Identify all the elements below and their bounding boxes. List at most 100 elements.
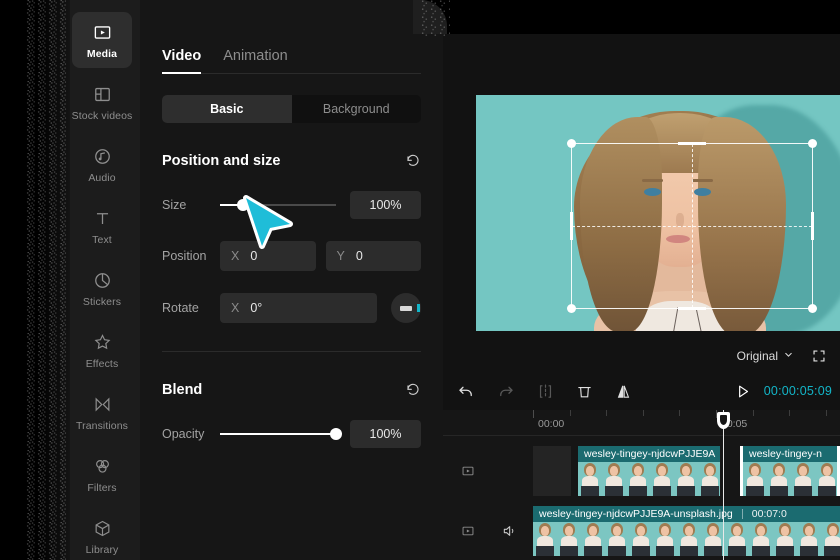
resize-handle-top-left[interactable] xyxy=(567,139,576,148)
resize-handle-right[interactable] xyxy=(811,212,814,240)
ruler-tick-major xyxy=(533,410,534,418)
position-x-field[interactable]: X 0 xyxy=(220,241,316,271)
rotate-x-field[interactable]: X 0° xyxy=(220,293,377,323)
clip-thumbnail xyxy=(677,522,701,556)
position-x-value: 0 xyxy=(250,249,258,263)
flip-accent xyxy=(417,304,420,312)
sidebar-item-transitions[interactable]: Transitions xyxy=(72,384,132,440)
split-button[interactable] xyxy=(537,383,554,400)
track-lane[interactable]: wesley-tingey-njdcwPJJE9A-unsplash.jpg 0… xyxy=(533,502,840,560)
sidebar-item-stickers[interactable]: Stickers xyxy=(72,260,132,316)
segment-basic[interactable]: Basic xyxy=(162,95,292,123)
window-top-shadow xyxy=(425,0,840,34)
clip-title-bar: wesley-tingey-n xyxy=(743,446,837,462)
sidebar-item-stock-videos[interactable]: Stock videos xyxy=(72,74,132,130)
track-lane[interactable]: wesley-tingey-njdcwPJJE9A wesley-tingey-… xyxy=(533,442,840,500)
clip-thumbnail xyxy=(797,522,821,556)
sidebar-item-filters[interactable]: Filters xyxy=(72,446,132,502)
resize-handle-bottom-left[interactable] xyxy=(567,304,576,313)
timeline: 00:00 00:05 wesley-tingey-njdcwPJJE9A we… xyxy=(443,410,840,560)
timeline-clip[interactable]: wesley-tingey-n xyxy=(740,446,840,496)
speaker-icon[interactable] xyxy=(501,523,517,539)
clip-thumbnail xyxy=(581,522,605,556)
ruler-ticks: 00:00 00:05 xyxy=(533,410,840,435)
left-sidebar: Media Stock videos Audio Text Stickers E… xyxy=(64,0,140,560)
chevron-down-icon xyxy=(783,349,794,363)
undo-button[interactable] xyxy=(457,382,475,400)
resize-handle-top-right[interactable] xyxy=(808,139,817,148)
track-visibility-icon[interactable] xyxy=(461,464,475,478)
segment-background[interactable]: Background xyxy=(292,95,422,123)
zoom-level-label: Original xyxy=(736,349,778,363)
clip-title-bar: wesley-tingey-njdcwPJJE9A xyxy=(578,446,720,462)
slider-thumb[interactable] xyxy=(237,199,250,211)
track-header xyxy=(443,502,533,560)
position-and-size-header: Position and size xyxy=(162,153,421,169)
play-button[interactable] xyxy=(734,383,751,400)
tab-animation[interactable]: Animation xyxy=(223,48,287,73)
track-visibility-icon[interactable] xyxy=(461,524,475,538)
clip-thumbnail xyxy=(578,462,602,496)
position-y-field[interactable]: Y 0 xyxy=(325,241,421,271)
size-value[interactable]: 100% xyxy=(350,191,421,219)
opacity-value[interactable]: 100% xyxy=(350,420,421,448)
clip-duration: 00:07:0 xyxy=(751,508,787,520)
axis-label-y: Y xyxy=(336,249,345,263)
ruler-tick xyxy=(752,410,754,416)
sidebar-item-label: Effects xyxy=(85,358,119,370)
opacity-slider[interactable] xyxy=(220,426,342,442)
ruler-tick xyxy=(825,410,827,416)
redo-button[interactable] xyxy=(497,382,515,400)
sidebar-item-text[interactable]: Text xyxy=(72,198,132,254)
fullscreen-icon[interactable] xyxy=(812,349,826,363)
section-title: Position and size xyxy=(162,153,281,169)
resize-handle-bottom[interactable] xyxy=(678,307,706,310)
clip-thumbnail xyxy=(698,462,720,496)
flip-toggle-icon[interactable] xyxy=(391,293,421,323)
timeline-clip[interactable]: wesley-tingey-njdcwPJJE9A-unsplash.jpg 0… xyxy=(533,506,840,556)
reset-icon[interactable] xyxy=(405,382,421,398)
properties-tabs: Video Animation xyxy=(162,0,421,74)
sidebar-item-audio[interactable]: Audio xyxy=(72,136,132,192)
properties-panel: Video Animation Basic Background Positio… xyxy=(140,0,443,560)
mirror-button[interactable] xyxy=(615,383,632,400)
sidebar-item-label: Stickers xyxy=(82,296,122,308)
basic-background-segmented: Basic Background xyxy=(162,95,421,123)
video-canvas[interactable] xyxy=(476,95,840,331)
clip-thumbnail xyxy=(743,462,767,496)
sidebar-item-label: Transitions xyxy=(75,420,129,432)
resize-handle-top[interactable] xyxy=(678,142,706,145)
selection-box[interactable] xyxy=(567,139,817,313)
axis-label-x: X xyxy=(231,301,240,315)
sidebar-item-label: Stock videos xyxy=(71,110,133,122)
delete-button[interactable] xyxy=(576,383,593,400)
sidebar-item-label: Media xyxy=(86,48,118,60)
ruler-tick xyxy=(569,410,571,416)
tab-video[interactable]: Video xyxy=(162,48,202,74)
sidebar-item-library[interactable]: Library xyxy=(72,508,132,560)
resize-handle-left[interactable] xyxy=(570,212,573,240)
timeline-playhead[interactable] xyxy=(717,410,730,560)
slider-thumb[interactable] xyxy=(330,428,342,440)
zoom-level-dropdown[interactable]: Original xyxy=(737,349,794,363)
clip-thumbnail xyxy=(626,462,650,496)
playhead-knob[interactable] xyxy=(717,412,730,429)
clip-thumbnail xyxy=(821,522,840,556)
clip-thumbnail xyxy=(725,522,749,556)
clip-thumbnail xyxy=(650,462,674,496)
size-slider[interactable] xyxy=(220,197,336,213)
resize-handle-bottom-right[interactable] xyxy=(808,304,817,313)
window-left-noise xyxy=(26,0,66,560)
clip-thumbnails xyxy=(743,462,837,496)
library-icon xyxy=(93,517,112,539)
empty-slot xyxy=(533,446,571,496)
blend-header: Blend xyxy=(162,382,421,398)
clip-separator xyxy=(741,509,743,519)
timeline-ruler[interactable]: 00:00 00:05 xyxy=(443,410,840,436)
clip-name: wesley-tingey-n xyxy=(749,448,822,460)
clip-thumbnail xyxy=(557,522,581,556)
sidebar-item-media[interactable]: Media xyxy=(72,12,132,68)
sidebar-item-effects[interactable]: Effects xyxy=(72,322,132,378)
timeline-clip[interactable]: wesley-tingey-njdcwPJJE9A xyxy=(578,446,720,496)
reset-icon[interactable] xyxy=(405,153,421,169)
